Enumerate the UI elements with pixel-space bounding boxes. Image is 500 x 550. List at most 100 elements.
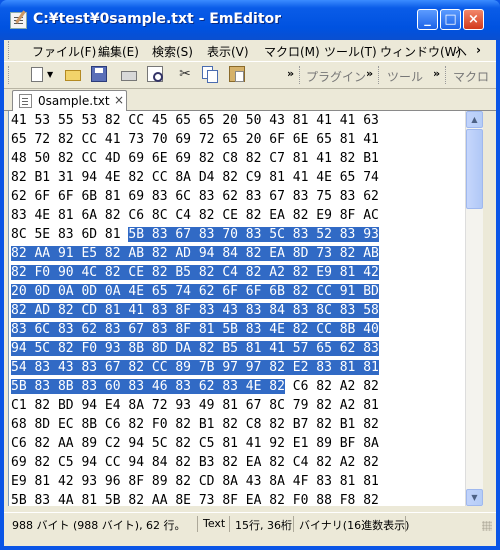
menu-view[interactable]: 表示(V) [207,43,249,60]
text-file-icon [19,94,32,108]
window-client: ファイル(F) 編集(E) 検索(S) 表示(V) マクロ(M) ツール(T) … [4,40,496,546]
resize-grip-icon[interactable] [482,521,492,531]
tools-toolbar-grip[interactable] [378,66,382,84]
macro-toolbar-label: マクロ [453,70,490,84]
hex-line[interactable]: 82 F0 90 4C 82 CE 82 B5 82 C4 82 A2 82 E… [9,263,466,282]
menu-window[interactable]: ウィンドウ(W) [380,43,461,60]
save-icon[interactable] [91,66,107,82]
hex-line[interactable]: 8C 5E 83 6D 81 5B 83 67 83 70 83 5C 83 5… [9,225,466,244]
hex-line[interactable]: 5B 83 8B 83 60 83 46 83 62 83 4E 82 C6 8… [9,377,466,396]
status-divider [293,516,294,532]
selected-hex-text: 83 6C 83 62 83 67 83 8F 81 5B 83 4E 82 C… [11,322,379,337]
hex-line[interactable]: 68 8D EC 8B C6 82 F0 82 B1 82 C8 82 B7 8… [9,415,466,434]
hex-line[interactable]: 20 0D 0A 0D 0A 4E 65 74 62 6F 6F 6B 82 C… [9,282,466,301]
toolbar-overflow-icon[interactable]: » [287,67,294,80]
plugins-toolbar-label: プラグイン [306,70,367,84]
hex-text: 62 6F 6F 6B 81 69 83 6C 83 62 83 67 83 7… [11,189,379,204]
hex-line[interactable]: C6 82 AA 89 C2 94 5C 82 C5 81 41 92 E1 8… [9,434,466,453]
hex-text: 8C 5E 83 6D 81 [11,227,129,242]
status-view-mode: バイナリ(16進数表示) [299,519,410,532]
hex-line[interactable]: 82 B1 31 94 4E 82 CC 8A D4 82 C9 81 41 4… [9,168,466,187]
document-tab-bar: 0sample.txt × [4,88,496,111]
status-divider [405,516,406,532]
tab-label: 0sample.txt [38,94,110,108]
hex-line[interactable]: 83 6C 83 62 83 67 83 8F 81 5B 83 4E 82 C… [9,320,466,339]
status-mode: Text [203,517,226,530]
emeditor-app-icon[interactable] [10,12,27,29]
window-title: C:¥test¥0sample.txt - EmEditor [33,11,282,27]
scroll-up-arrow-icon[interactable]: ▲ [466,111,483,128]
scrollbar-thumb[interactable] [466,129,483,209]
menu-more-chevron-icon[interactable]: › [476,43,481,57]
status-file-size: 988 バイト (988 バイト), 62 行。 [12,519,186,532]
hex-line[interactable]: 82 AD 82 CD 81 41 83 8F 83 43 83 84 83 8… [9,301,466,320]
open-folder-icon[interactable] [65,70,81,81]
hex-text: 41 53 55 53 82 CC 45 65 65 20 50 43 81 4… [11,113,379,128]
print-preview-icon[interactable] [147,66,163,82]
hex-editor-area[interactable]: 41 53 55 53 82 CC 45 65 65 20 50 43 81 4… [8,111,466,506]
hex-line[interactable]: 82 AA 91 E5 82 AB 82 AD 94 84 82 EA 8D 7… [9,244,466,263]
status-divider [197,516,198,532]
hex-text: 82 B1 31 94 4E 82 CC 8A D4 82 C9 81 41 4… [11,170,379,185]
selected-hex-text: 82 F0 90 4C 82 CE 82 B5 82 C4 82 A2 82 E… [11,265,379,280]
menubar-grip[interactable] [8,41,12,59]
toolbar-grip[interactable] [8,66,12,84]
hex-line[interactable]: 65 72 82 CC 41 73 70 69 72 65 20 6F 6E 6… [9,130,466,149]
hex-text: 48 50 82 CC 4D 69 6E 69 82 C8 82 C7 81 4… [11,151,379,166]
minimize-button[interactable]: _ [417,9,438,30]
vertical-scrollbar[interactable]: ▲ ▼ [465,111,483,506]
menu-bar: ファイル(F) 編集(E) 検索(S) 表示(V) マクロ(M) ツール(T) … [4,40,496,60]
toolbar: ▼ ✂ » プラグイン » ツール » マクロ [4,61,496,89]
menu-edit[interactable]: 編集(E) [98,43,139,60]
menu-tools[interactable]: ツール(T) [324,43,377,60]
paste-icon[interactable] [229,66,245,82]
hex-line[interactable]: 41 53 55 53 82 CC 45 65 65 20 50 43 81 4… [9,111,466,130]
selected-hex-text: 5B 83 67 83 70 83 5C 83 52 83 93 [128,227,379,242]
hex-line[interactable]: 83 4E 81 6A 82 C6 8C C4 82 CE 82 EA 82 E… [9,206,466,225]
hex-text: 5B 83 4A 81 5B 82 AA 8E 73 8F EA 82 F0 8… [11,493,379,506]
hex-line[interactable]: 5B 83 4A 81 5B 82 AA 8E 73 8F EA 82 F0 8… [9,491,466,506]
status-bar: 988 バイト (988 バイト), 62 行。 Text 15行, 36桁 バ… [4,512,496,535]
cut-icon[interactable]: ✂ [177,66,193,82]
new-file-icon[interactable] [31,67,43,82]
hex-line[interactable]: 94 5C 82 F0 93 8B 8D DA 82 B5 81 41 57 6… [9,339,466,358]
hex-text: 83 4E 81 6A 82 C6 8C C4 82 CE 82 EA 82 E… [11,208,379,223]
menu-search[interactable]: 検索(S) [152,43,193,60]
emeditor-window: C:¥test¥0sample.txt - EmEditor _ □ × ファイ… [0,0,500,550]
selected-hex-text: 82 AA 91 E5 82 AB 82 AD 94 84 82 EA 8D 7… [11,246,379,261]
hex-text: C6 82 A2 82 [284,379,379,394]
selected-hex-text: 5B 83 8B 83 60 83 46 83 62 83 4E 82 [11,379,285,394]
selected-hex-text: 54 83 43 83 67 82 CC 89 7B 97 97 82 E2 8… [11,360,379,375]
tools-overflow-icon[interactable]: » [433,67,440,80]
plugins-overflow-icon[interactable]: » [366,67,373,80]
selected-hex-text: 94 5C 82 F0 93 8B 8D DA 82 B5 81 41 57 6… [11,341,379,356]
new-dropdown-arrow-icon[interactable]: ▼ [47,70,53,79]
hex-line[interactable]: E9 81 42 93 96 8F 89 82 CD 8A 43 8A 4F 8… [9,472,466,491]
title-bar[interactable]: C:¥test¥0sample.txt - EmEditor _ □ × [0,0,500,40]
selected-hex-text: 82 AD 82 CD 81 41 83 8F 83 43 83 84 83 8… [11,303,379,318]
hex-text: 68 8D EC 8B C6 82 F0 82 B1 82 C8 82 B7 8… [11,417,379,432]
menu-file[interactable]: ファイル(F) [32,43,96,60]
menu-help[interactable]: ヘ [455,43,467,60]
hex-text: 65 72 82 CC 41 73 70 69 72 65 20 6F 6E 6… [11,132,379,147]
close-button[interactable]: × [463,9,484,30]
menu-macro[interactable]: マクロ(M) [264,43,320,60]
tools-toolbar-label: ツール [387,70,424,84]
hex-line[interactable]: 69 82 C5 94 CC 94 84 82 B3 82 EA 82 C4 8… [9,453,466,472]
hex-line[interactable]: 54 83 43 83 67 82 CC 89 7B 97 97 82 E2 8… [9,358,466,377]
tab-close-icon[interactable]: × [114,93,124,107]
hex-line[interactable]: 62 6F 6F 6B 81 69 83 6C 83 62 83 67 83 7… [9,187,466,206]
macro-toolbar-grip[interactable] [445,66,449,84]
hex-line[interactable]: C1 82 BD 94 E4 8A 72 93 49 81 67 8C 79 8… [9,396,466,415]
plugins-toolbar-grip[interactable] [299,66,303,84]
scroll-down-arrow-icon[interactable]: ▼ [466,489,483,506]
hex-text: 69 82 C5 94 CC 94 84 82 B3 82 EA 82 C4 8… [11,455,379,470]
selected-hex-text: 20 0D 0A 0D 0A 4E 65 74 62 6F 6F 6B 82 C… [11,284,379,299]
hex-line[interactable]: 48 50 82 CC 4D 69 6E 69 82 C8 82 C7 81 4… [9,149,466,168]
print-icon[interactable] [121,71,137,81]
maximize-button[interactable]: □ [440,9,461,30]
status-cursor-position: 15行, 36桁 [235,519,292,532]
hex-text: C6 82 AA 89 C2 94 5C 82 C5 81 41 92 E1 8… [11,436,379,451]
tab-0sample[interactable]: 0sample.txt × [12,90,127,111]
copy-icon-back [207,70,218,83]
